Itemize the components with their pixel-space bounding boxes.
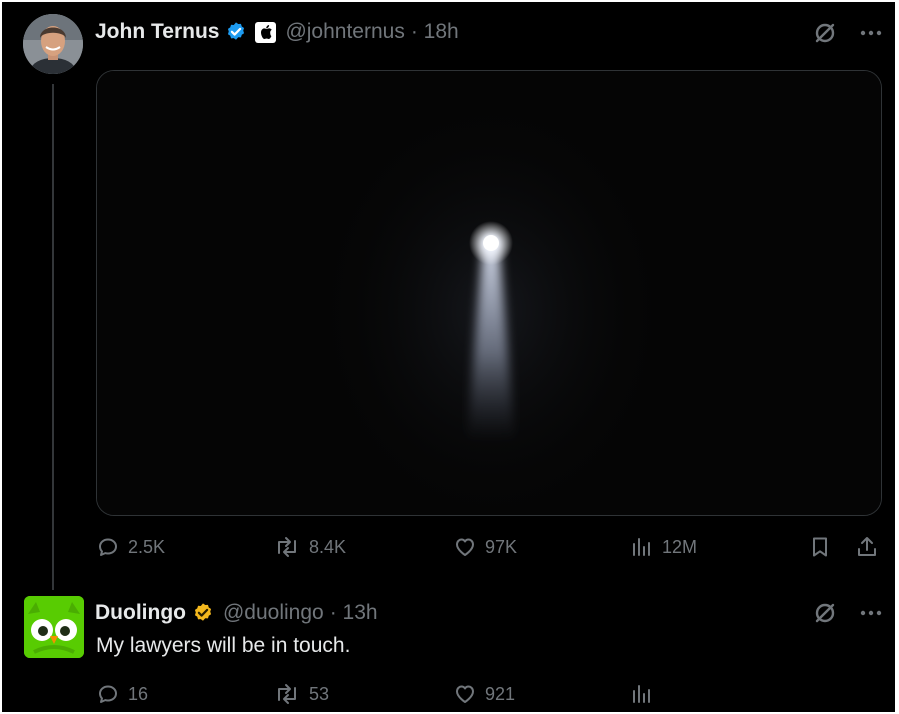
avatar-duolingo[interactable] bbox=[24, 596, 84, 658]
views-chart-icon bbox=[633, 685, 650, 703]
thread-connector-line bbox=[52, 84, 54, 590]
reply-button[interactable]: 2.5K bbox=[96, 535, 165, 559]
views-chart-icon bbox=[633, 538, 650, 556]
repost-icon bbox=[278, 684, 296, 704]
reply-count: 2.5K bbox=[128, 536, 166, 557]
like-button[interactable]: 921 bbox=[453, 682, 515, 706]
tweet-media[interactable] bbox=[96, 70, 882, 516]
reply-icon bbox=[99, 685, 117, 703]
spotlight-beam-image bbox=[97, 71, 881, 515]
like-count: 921 bbox=[485, 683, 516, 704]
verified-gold-icon[interactable] bbox=[192, 602, 214, 624]
views-button[interactable] bbox=[630, 682, 654, 706]
like-button[interactable]: 97K bbox=[453, 535, 517, 559]
reply-top-actions bbox=[812, 600, 882, 626]
repost-icon bbox=[278, 537, 296, 557]
profile-photo-icon bbox=[23, 14, 83, 74]
verified-blue-icon[interactable] bbox=[225, 21, 247, 43]
share-button[interactable] bbox=[855, 535, 879, 559]
grok-icon[interactable] bbox=[812, 600, 838, 626]
author-name[interactable]: Duolingo bbox=[95, 601, 186, 625]
reply-text: My lawyers will be in touch. bbox=[96, 634, 351, 657]
cropped-edge-fade bbox=[662, 676, 895, 712]
more-options-icon[interactable] bbox=[860, 610, 882, 616]
tweet-top-actions bbox=[812, 20, 882, 46]
share-icon bbox=[858, 537, 876, 556]
views-button[interactable]: 12M bbox=[630, 535, 697, 559]
author-name[interactable]: John Ternus bbox=[95, 20, 219, 44]
views-count: 12M bbox=[662, 536, 698, 557]
duolingo-owl-icon bbox=[24, 596, 84, 658]
reply-button[interactable]: 16 bbox=[96, 682, 148, 706]
timeline-frame: John Ternus @johnternus · 18h 2.5K 8.4K … bbox=[2, 2, 895, 712]
bookmark-button[interactable] bbox=[808, 535, 832, 559]
reply-header: Duolingo @duolingo · 13h bbox=[95, 598, 378, 628]
author-handle[interactable]: @johnternus bbox=[285, 20, 404, 44]
bookmark-icon bbox=[813, 537, 827, 557]
reply-icon bbox=[99, 538, 117, 556]
tweet-header: John Ternus @johnternus · 18h bbox=[95, 17, 459, 47]
more-options-icon[interactable] bbox=[860, 30, 882, 36]
reply-time[interactable]: · 13h bbox=[330, 601, 378, 625]
apple-logo-icon[interactable] bbox=[255, 21, 277, 43]
avatar[interactable] bbox=[23, 14, 83, 74]
grok-icon[interactable] bbox=[812, 20, 838, 46]
repost-count: 53 bbox=[309, 683, 330, 704]
heart-icon bbox=[456, 685, 474, 703]
author-handle[interactable]: @duolingo bbox=[223, 601, 324, 625]
tweet-time[interactable]: · 18h bbox=[411, 20, 459, 44]
heart-icon bbox=[456, 538, 474, 556]
repost-count: 8.4K bbox=[309, 536, 347, 557]
like-count: 97K bbox=[485, 536, 518, 557]
reply-count: 16 bbox=[128, 683, 149, 704]
repost-button[interactable]: 8.4K bbox=[273, 535, 346, 559]
repost-button[interactable]: 53 bbox=[273, 682, 329, 706]
